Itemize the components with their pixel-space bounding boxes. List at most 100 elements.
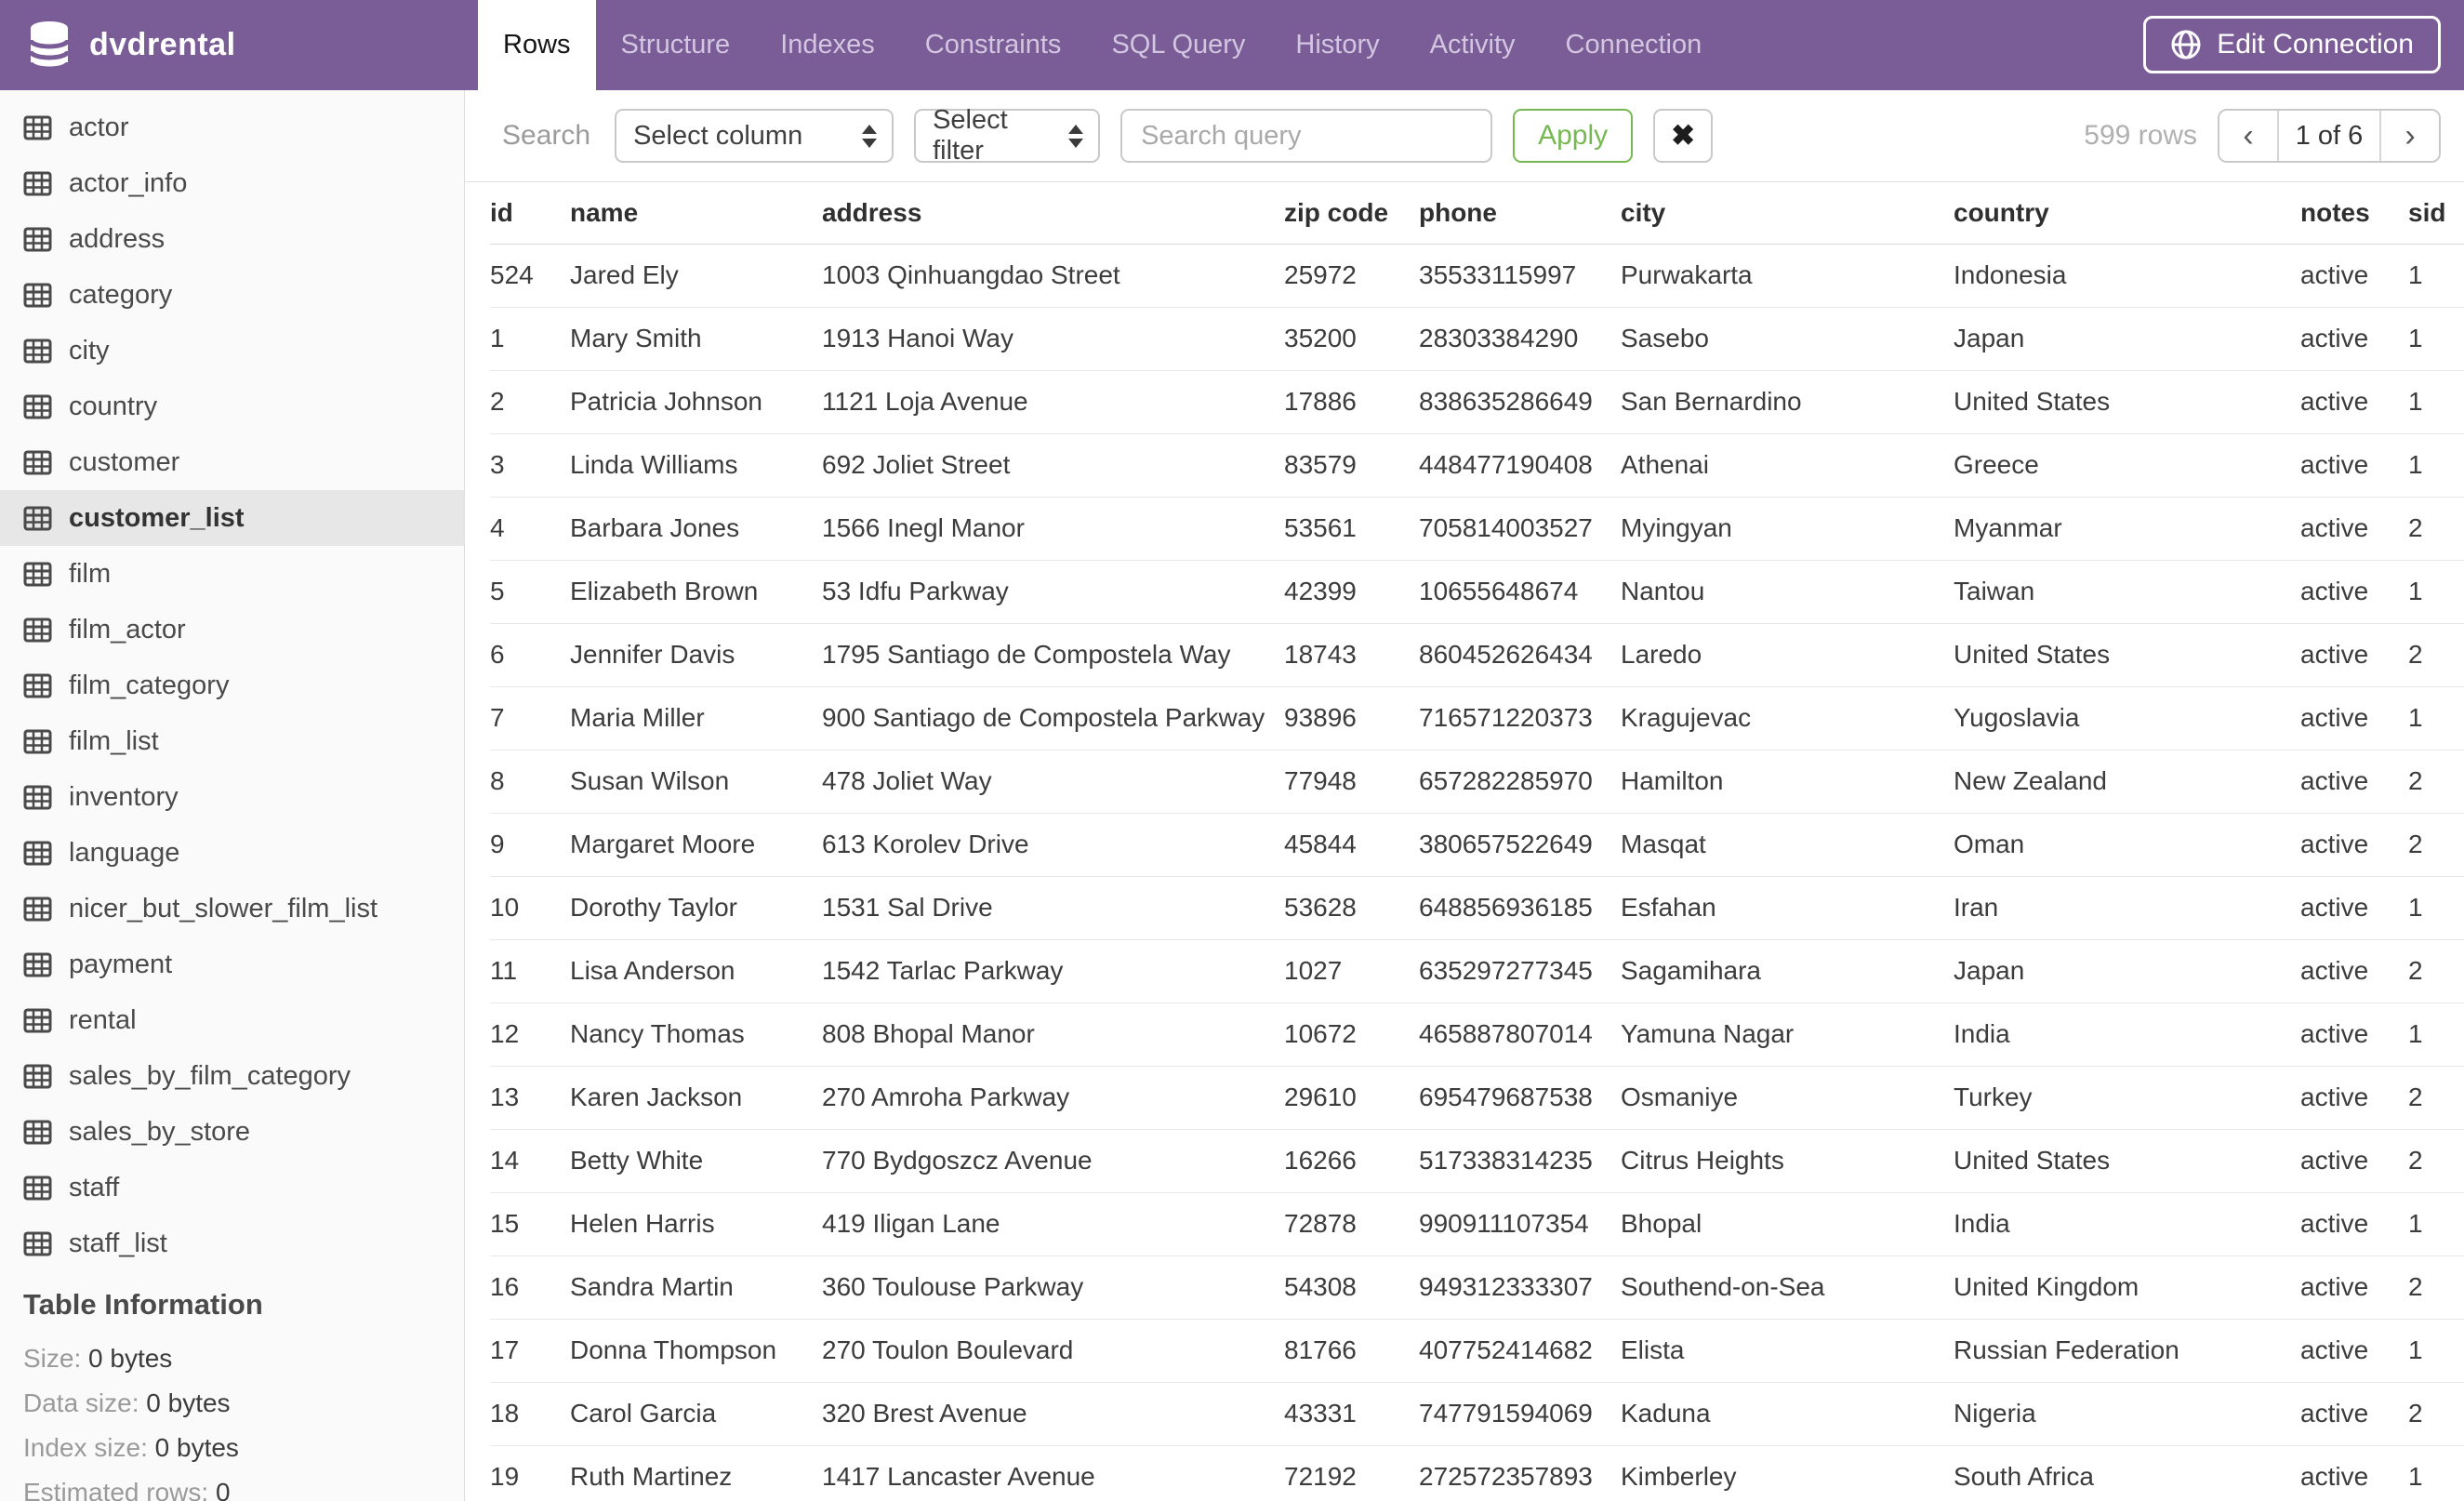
cell-notes[interactable]: active — [2300, 433, 2408, 498]
sidebar-item-film_actor[interactable]: film_actor — [0, 602, 464, 658]
cell-name[interactable]: Betty White — [570, 1129, 822, 1193]
table-row[interactable]: 8 Susan Wilson 478 Joliet Way 77948 65728228… — [490, 750, 2464, 814]
cell-id[interactable]: 10 — [490, 876, 570, 940]
cell-address[interactable]: 692 Joliet Street — [822, 433, 1284, 498]
cell-phone[interactable]: 860452626434 — [1419, 623, 1621, 687]
cell-sid[interactable]: 2 — [2408, 623, 2464, 687]
cell-country[interactable]: South Africa — [1954, 1445, 2300, 1501]
sidebar-item-film[interactable]: film — [0, 546, 464, 602]
cell-country[interactable]: New Zealand — [1954, 750, 2300, 814]
cell-notes[interactable]: active — [2300, 1445, 2408, 1501]
cell-id[interactable]: 16 — [490, 1255, 570, 1320]
previous-page-button[interactable]: ‹ — [2219, 111, 2277, 161]
cell-city[interactable]: Purwakarta — [1621, 244, 1954, 308]
sidebar-item-customer[interactable]: customer — [0, 434, 464, 490]
table-row[interactable]: 16 Sandra Martin 360 Toulouse Parkway 54308… — [490, 1255, 2464, 1320]
cell-city[interactable]: Citrus Heights — [1621, 1129, 1954, 1193]
cell-address[interactable]: 478 Joliet Way — [822, 750, 1284, 814]
cell-country[interactable]: Indonesia — [1954, 244, 2300, 308]
cell-sid[interactable]: 2 — [2408, 1255, 2464, 1320]
sidebar-item-country[interactable]: country — [0, 379, 464, 434]
cell-country[interactable]: Yugoslavia — [1954, 686, 2300, 750]
sidebar-item-category[interactable]: category — [0, 267, 464, 323]
cell-name[interactable]: Jennifer Davis — [570, 623, 822, 687]
cell-country[interactable]: Myanmar — [1954, 497, 2300, 561]
cell-country[interactable]: Oman — [1954, 813, 2300, 877]
cell-notes[interactable]: active — [2300, 244, 2408, 308]
cell-name[interactable]: Barbara Jones — [570, 497, 822, 561]
cell-zip-code[interactable]: 17886 — [1284, 370, 1419, 434]
cell-city[interactable]: Hamilton — [1621, 750, 1954, 814]
cell-sid[interactable]: 1 — [2408, 1192, 2464, 1256]
cell-sid[interactable]: 2 — [2408, 813, 2464, 877]
cell-phone[interactable]: 407752414682 — [1419, 1319, 1621, 1383]
cell-city[interactable]: Kragujevac — [1621, 686, 1954, 750]
cell-city[interactable]: Esfahan — [1621, 876, 1954, 940]
cell-notes[interactable]: active — [2300, 686, 2408, 750]
cell-city[interactable]: Sagamihara — [1621, 939, 1954, 1003]
sidebar-item-sales_by_film_category[interactable]: sales_by_film_category — [0, 1048, 464, 1104]
cell-address[interactable]: 1417 Lancaster Avenue — [822, 1445, 1284, 1501]
cell-phone[interactable]: 465887807014 — [1419, 1003, 1621, 1067]
cell-name[interactable]: Lisa Anderson — [570, 939, 822, 1003]
cell-phone[interactable]: 10655648674 — [1419, 560, 1621, 624]
cell-phone[interactable]: 380657522649 — [1419, 813, 1621, 877]
table-row[interactable]: 2 Patricia Johnson 1121 Loja Avenue 17886 83… — [490, 370, 2464, 434]
cell-country[interactable]: India — [1954, 1192, 2300, 1256]
cell-address[interactable]: 770 Bydgoszcz Avenue — [822, 1129, 1284, 1193]
tab-indexes[interactable]: Indexes — [755, 0, 900, 90]
cell-phone[interactable]: 28303384290 — [1419, 307, 1621, 371]
tab-constraints[interactable]: Constraints — [900, 0, 1087, 90]
cell-sid[interactable]: 1 — [2408, 370, 2464, 434]
sidebar-item-staff_list[interactable]: staff_list — [0, 1215, 464, 1271]
cell-sid[interactable]: 1 — [2408, 433, 2464, 498]
cell-sid[interactable]: 1 — [2408, 1003, 2464, 1067]
cell-name[interactable]: Sandra Martin — [570, 1255, 822, 1320]
table-row[interactable]: 6 Jennifer Davis 1795 Santiago de Composte… — [490, 623, 2464, 687]
cell-notes[interactable]: active — [2300, 623, 2408, 687]
cell-phone[interactable]: 838635286649 — [1419, 370, 1621, 434]
cell-name[interactable]: Elizabeth Brown — [570, 560, 822, 624]
column-header-city[interactable]: city — [1621, 182, 1954, 245]
cell-name[interactable]: Helen Harris — [570, 1192, 822, 1256]
cell-city[interactable]: Kaduna — [1621, 1382, 1954, 1446]
cell-country[interactable]: Japan — [1954, 307, 2300, 371]
cell-address[interactable]: 270 Amroha Parkway — [822, 1066, 1284, 1130]
cell-notes[interactable]: active — [2300, 560, 2408, 624]
cell-city[interactable]: Kimberley — [1621, 1445, 1954, 1501]
cell-address[interactable]: 270 Toulon Boulevard — [822, 1319, 1284, 1383]
cell-country[interactable]: United Kingdom — [1954, 1255, 2300, 1320]
cell-phone[interactable]: 657282285970 — [1419, 750, 1621, 814]
sidebar-item-payment[interactable]: payment — [0, 936, 464, 992]
cell-country[interactable]: Greece — [1954, 433, 2300, 498]
cell-name[interactable]: Donna Thompson — [570, 1319, 822, 1383]
cell-address[interactable]: 900 Santiago de Compostela Parkway — [822, 686, 1284, 750]
column-header-address[interactable]: address — [822, 182, 1284, 245]
cell-country[interactable]: Iran — [1954, 876, 2300, 940]
cell-name[interactable]: Margaret Moore — [570, 813, 822, 877]
cell-notes[interactable]: active — [2300, 1192, 2408, 1256]
cell-address[interactable]: 419 Iligan Lane — [822, 1192, 1284, 1256]
cell-notes[interactable]: active — [2300, 307, 2408, 371]
cell-phone[interactable]: 272572357893 — [1419, 1445, 1621, 1501]
table-row[interactable]: 4 Barbara Jones 1566 Inegl Manor 53561 70581… — [490, 497, 2464, 561]
cell-city[interactable]: Sasebo — [1621, 307, 1954, 371]
cell-sid[interactable]: 2 — [2408, 939, 2464, 1003]
cell-id[interactable]: 14 — [490, 1129, 570, 1193]
filter-select[interactable]: Select filter — [914, 105, 1101, 166]
sidebar-item-customer_list[interactable]: customer_list — [0, 490, 464, 546]
cell-phone[interactable]: 716571220373 — [1419, 686, 1621, 750]
cell-notes[interactable]: active — [2300, 1319, 2408, 1383]
cell-zip-code[interactable]: 25972 — [1284, 244, 1419, 308]
cell-name[interactable]: Maria Miller — [570, 686, 822, 750]
cell-notes[interactable]: active — [2300, 750, 2408, 814]
cell-address[interactable]: 1566 Inegl Manor — [822, 497, 1284, 561]
tab-sql-query[interactable]: SQL Query — [1086, 0, 1270, 90]
column-header-phone[interactable]: phone — [1419, 182, 1621, 245]
table-row[interactable]: 9 Margaret Moore 613 Korolev Drive 45844 380… — [490, 813, 2464, 877]
cell-id[interactable]: 4 — [490, 497, 570, 561]
cell-address[interactable]: 320 Brest Avenue — [822, 1382, 1284, 1446]
cell-zip-code[interactable]: 16266 — [1284, 1129, 1419, 1193]
cell-address[interactable]: 1913 Hanoi Way — [822, 307, 1284, 371]
column-header-notes[interactable]: notes — [2300, 182, 2408, 245]
